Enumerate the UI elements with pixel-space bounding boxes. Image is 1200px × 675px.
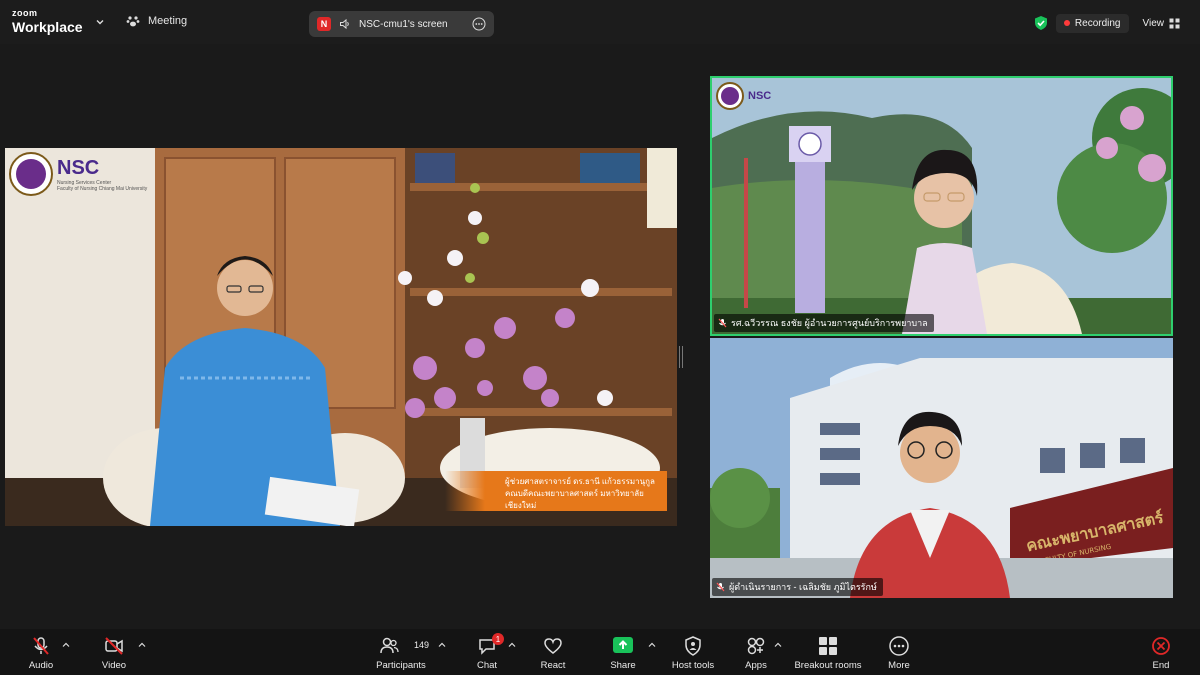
nsc-logo-text: NSC bbox=[57, 156, 100, 179]
apps-options-caret-icon[interactable] bbox=[774, 641, 782, 649]
chevron-down-icon[interactable] bbox=[95, 17, 105, 27]
tile-logo-text: NSC bbox=[748, 90, 772, 102]
heart-reaction-icon bbox=[544, 638, 562, 654]
nursing-building-background: คณะพยาบาลศาสตร์ FACULTY OF NURSING bbox=[710, 338, 1173, 598]
audio-label: Audio bbox=[28, 660, 54, 671]
meeting-info-button[interactable]: Meeting bbox=[126, 14, 187, 28]
participant-tile-active-speaker[interactable]: NSC รศ.ฉวีวรรณ ธงชัย ผู้อำนวยการศูนย์บริ… bbox=[710, 76, 1173, 336]
more-options-icon[interactable] bbox=[472, 17, 486, 31]
share-options-caret-icon[interactable] bbox=[648, 641, 656, 649]
nsc-logo: NSC Nursing Services Center Faculty of N… bbox=[9, 152, 147, 196]
university-seal bbox=[9, 152, 53, 196]
speaker-name-banner: ผู้ช่วยศาสตราจารย์ ดร.ธานี แก้วธรรมานุกู… bbox=[445, 471, 667, 511]
breakout-rooms-label: Breakout rooms bbox=[794, 660, 862, 671]
recording-indicator[interactable]: Recording bbox=[1055, 13, 1129, 33]
participants-label: Participants bbox=[376, 660, 426, 671]
participants-options-caret-icon[interactable] bbox=[438, 641, 446, 649]
nsc-logo-small: NSC bbox=[716, 82, 771, 110]
share-screen-icon bbox=[613, 637, 633, 653]
clocktower-background bbox=[712, 78, 1171, 334]
studio-scene bbox=[5, 148, 677, 526]
microphone-muted-icon bbox=[33, 637, 49, 655]
university-seal-small bbox=[716, 82, 744, 110]
top-right-controls: Recording View bbox=[1034, 12, 1186, 34]
shield-icon bbox=[685, 636, 701, 656]
muted-mic-icon bbox=[716, 582, 725, 592]
camera-off-icon bbox=[105, 637, 123, 655]
nsc-logo-sub2: Faculty of Nursing Chiang Mai University bbox=[57, 185, 148, 192]
participants-count: 149 bbox=[414, 640, 430, 650]
end-call-icon bbox=[1152, 637, 1170, 655]
meeting-stage: NSC Nursing Services Center Faculty of N… bbox=[0, 44, 1200, 629]
breakout-rooms-button[interactable]: Breakout rooms bbox=[786, 635, 870, 671]
meeting-paw-icon bbox=[126, 16, 140, 27]
zoom-workplace-logo[interactable]: zoom Workplace bbox=[12, 8, 83, 35]
host-tools-label: Host tools bbox=[671, 660, 715, 671]
meeting-label: Meeting bbox=[148, 15, 188, 27]
react-button[interactable]: React bbox=[518, 635, 588, 671]
muted-mic-icon bbox=[718, 318, 727, 328]
breakout-grid-icon bbox=[819, 637, 837, 655]
apps-icon bbox=[747, 637, 765, 655]
end-meeting-button[interactable]: End bbox=[1126, 635, 1196, 671]
video-options-caret-icon[interactable] bbox=[138, 641, 146, 649]
recording-dot-icon bbox=[1063, 20, 1070, 26]
more-dots-icon bbox=[889, 636, 909, 656]
participant-tile[interactable]: คณะพยาบาลศาสตร์ FACULTY OF NURSING ผู้ดำ… bbox=[710, 338, 1173, 598]
participant-name: ผู้ดำเนินรายการ - เฉลิมชัย ภูมิไตรรักษ์ bbox=[729, 582, 877, 592]
meeting-controls-toolbar: Audio Video Participants 149 1 Chat Reac… bbox=[0, 629, 1200, 675]
host-tools-button[interactable]: Host tools bbox=[658, 635, 728, 671]
participant-name: รศ.ฉวีวรรณ ธงชัย ผู้อำนวยการศูนย์บริการพ… bbox=[731, 318, 928, 328]
share-label: NSC-cmu1's screen bbox=[359, 18, 448, 30]
share-label: Share bbox=[610, 660, 636, 671]
view-button[interactable]: View bbox=[1137, 14, 1187, 33]
top-bar: zoom Workplace Meeting N NSC-cmu1's scre… bbox=[0, 0, 1200, 44]
view-grid-icon bbox=[1169, 18, 1180, 28]
screen-share-indicator[interactable]: N NSC-cmu1's screen bbox=[309, 11, 494, 37]
shared-screen-video[interactable]: NSC Nursing Services Center Faculty of N… bbox=[5, 148, 677, 526]
participant-name-tag: รศ.ฉวีวรรณ ธงชัย ผู้อำนวยการศูนย์บริการพ… bbox=[714, 314, 934, 332]
brand-small: zoom bbox=[12, 8, 38, 18]
chat-options-caret-icon[interactable] bbox=[508, 641, 516, 649]
resize-handle[interactable] bbox=[679, 346, 683, 368]
speaker-icon bbox=[340, 18, 349, 30]
chat-unread-badge: 1 bbox=[492, 633, 504, 645]
more-button[interactable]: More bbox=[864, 635, 934, 671]
more-label: More bbox=[888, 660, 910, 671]
banner-line-2: คณบดีคณะพยาบาลศาสตร์ มหาวิทยาลัยเชียงใหม… bbox=[505, 489, 644, 510]
banner-line-1: ผู้ช่วยศาสตราจารย์ ดร.ธานี แก้วธรรมานุกู… bbox=[505, 477, 655, 486]
participant-name-tag: ผู้ดำเนินรายการ - เฉลิมชัย ภูมิไตรรักษ์ bbox=[712, 578, 883, 596]
apps-label: Apps bbox=[745, 660, 767, 671]
shield-check-icon[interactable] bbox=[1034, 15, 1048, 31]
end-label: End bbox=[1152, 660, 1170, 671]
react-label: React bbox=[540, 660, 566, 671]
recording-label: Recording bbox=[1074, 17, 1121, 29]
video-label: Video bbox=[101, 660, 127, 671]
chat-label: Chat bbox=[476, 660, 498, 671]
sharer-avatar-badge: N bbox=[317, 17, 331, 31]
view-label: View bbox=[1142, 17, 1165, 29]
brand-large: Workplace bbox=[12, 19, 83, 35]
participants-icon bbox=[380, 637, 399, 654]
audio-options-caret-icon[interactable] bbox=[62, 641, 70, 649]
